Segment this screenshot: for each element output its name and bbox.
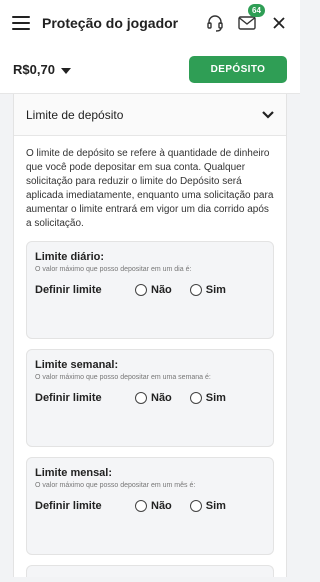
radio-no[interactable]: Não <box>135 392 172 404</box>
radio-circle-icon[interactable] <box>135 392 147 404</box>
monthly-limit-card: Limite mensal: O valor máximo que posso … <box>26 457 274 555</box>
radio-no[interactable]: Não <box>135 284 172 296</box>
next-limit-card <box>26 565 274 577</box>
balance-dropdown[interactable]: R$0,70 <box>13 62 71 77</box>
close-icon[interactable] <box>268 12 290 34</box>
chevron-down-icon <box>262 110 274 119</box>
deposit-limit-panel: Limite de depósito O limite de depósito … <box>13 94 287 577</box>
accordion-header[interactable]: Limite de depósito <box>14 94 286 136</box>
radio-circle-icon[interactable] <box>135 500 147 512</box>
weekly-limit-card: Limite semanal: O valor máximo que posso… <box>26 349 274 447</box>
page-title: Proteção do jogador <box>42 15 179 31</box>
headset-icon[interactable] <box>204 12 226 34</box>
limit-title: Limite semanal: <box>35 359 119 371</box>
radio-no-label: Não <box>151 500 172 512</box>
limit-subtitle: O valor máximo que posso depositar em um… <box>35 374 211 381</box>
mail-icon[interactable]: 64 <box>236 4 265 34</box>
radio-yes-label: Sim <box>205 392 226 404</box>
section-title: Limite de depósito <box>26 107 124 122</box>
balance-bar: R$0,70 DEPÓSITO <box>0 46 300 94</box>
limit-title: Limite mensal: <box>35 467 113 479</box>
radio-yes[interactable]: Sim <box>189 392 226 404</box>
radio-no[interactable]: Não <box>135 500 172 512</box>
radio-circle-icon[interactable] <box>189 392 202 404</box>
radio-yes[interactable]: Sim <box>189 284 226 296</box>
limit-subtitle: O valor máximo que posso depositar em um… <box>35 482 196 489</box>
define-limit-label: Definir limite <box>35 500 102 512</box>
radio-yes-label: Sim <box>205 500 226 512</box>
caret-down-icon <box>60 67 71 74</box>
limit-subtitle: O valor máximo que posso depositar em um… <box>35 266 192 273</box>
deposit-button[interactable]: DEPÓSITO <box>189 56 287 83</box>
radio-yes[interactable]: Sim <box>189 500 226 512</box>
radio-circle-icon[interactable] <box>135 284 147 296</box>
section-description: O limite de depósito se refere à quantid… <box>26 148 274 229</box>
radio-no-label: Não <box>151 284 172 296</box>
menu-icon[interactable] <box>12 16 30 30</box>
radio-circle-icon[interactable] <box>189 500 202 512</box>
limit-title: Limite diário: <box>35 251 105 263</box>
radio-yes-label: Sim <box>205 284 226 296</box>
balance-amount: R$0,70 <box>13 62 55 77</box>
define-limit-label: Definir limite <box>35 392 102 404</box>
daily-limit-card: Limite diário: O valor máximo que posso … <box>26 241 274 339</box>
notification-badge: 64 <box>248 4 265 17</box>
radio-circle-icon[interactable] <box>189 284 202 296</box>
radio-no-label: Não <box>151 392 172 404</box>
define-limit-label: Definir limite <box>35 284 102 296</box>
app-header: Proteção do jogador 64 <box>0 0 300 46</box>
